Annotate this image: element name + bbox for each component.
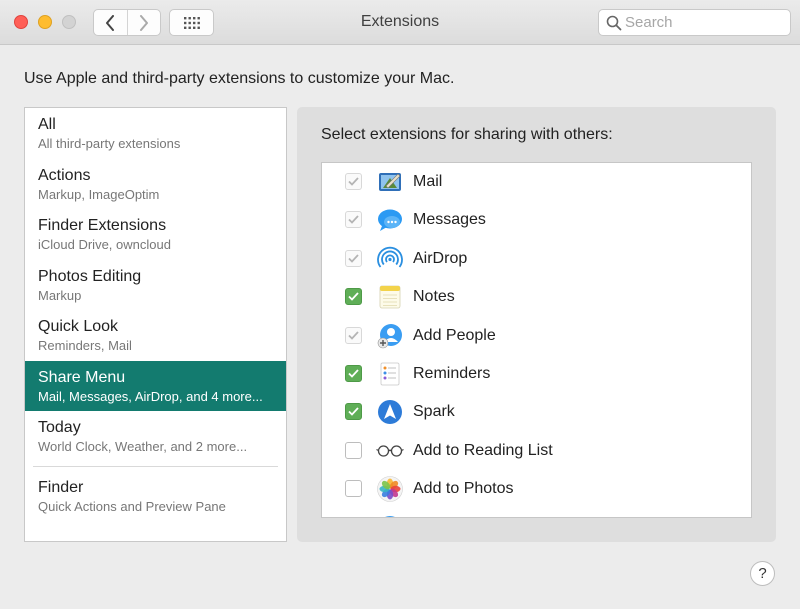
sidebar-item-title: Share Menu bbox=[38, 368, 126, 386]
messages-checkbox[interactable] bbox=[345, 211, 362, 229]
notes-checkbox[interactable] bbox=[345, 288, 362, 306]
list-item-reminders: Reminders bbox=[322, 355, 751, 393]
notes-icon bbox=[379, 285, 401, 309]
partial-icon bbox=[384, 515, 396, 517]
list-item-airdrop: AirDrop bbox=[322, 240, 751, 278]
sidebar-item-title: Today bbox=[38, 419, 81, 436]
sidebar-item-actions[interactable]: Actions Markup, ImageOptim bbox=[25, 159, 286, 210]
sidebar-item-share-menu[interactable]: Share Menu Mail, Messages, AirDrop, and … bbox=[25, 360, 286, 411]
minimize-window-button[interactable] bbox=[38, 15, 52, 29]
extension-name: Messages bbox=[413, 211, 486, 229]
sidebar-item-subtitle: Markup bbox=[38, 287, 82, 303]
list-item-spark: Spark bbox=[322, 393, 751, 431]
panel-heading: Select extensions for sharing with other… bbox=[321, 126, 613, 143]
airdrop-icon bbox=[377, 246, 403, 268]
sidebar-item-subtitle: World Clock, Weather, and 2 more... bbox=[38, 439, 248, 454]
checkmark-icon bbox=[348, 254, 359, 263]
add-people-icon bbox=[377, 323, 402, 348]
airdrop-checkbox[interactable] bbox=[345, 249, 362, 267]
sidebar-item-subtitle: Markup, ImageOptim bbox=[38, 186, 160, 202]
list-item-partial bbox=[322, 509, 751, 517]
window-title: Extensions bbox=[360, 13, 440, 30]
back-button[interactable] bbox=[94, 10, 127, 35]
reading-list-icon bbox=[376, 445, 404, 457]
share-menu-panel: Select extensions for sharing with other… bbox=[297, 107, 776, 542]
grid-icon bbox=[183, 16, 200, 29]
chevron-left-icon bbox=[106, 14, 115, 31]
spark-checkbox[interactable] bbox=[345, 403, 362, 421]
messages-icon bbox=[378, 209, 402, 232]
list-item-messages: Messages bbox=[322, 201, 751, 239]
sidebar-item-title: Finder bbox=[38, 478, 84, 496]
help-button[interactable]: ? bbox=[750, 561, 775, 586]
title-bar: Extensions bbox=[0, 0, 800, 45]
list-item-add-to-reading-list: Add to Reading List bbox=[322, 432, 751, 470]
mail-checkbox[interactable] bbox=[345, 173, 362, 190]
sidebar-item-finder[interactable]: Finder Quick Actions and Preview Pane bbox=[25, 475, 286, 526]
checkmark-icon bbox=[348, 177, 359, 186]
spark-icon bbox=[378, 400, 402, 425]
list-item-add-to-photos: Add to Photos bbox=[322, 470, 751, 508]
sidebar-item-quick-look[interactable]: Quick Look Reminders, Mail bbox=[25, 310, 286, 361]
mail-icon bbox=[379, 173, 401, 191]
search-field[interactable] bbox=[598, 9, 791, 36]
sidebar-item-subtitle: iCloud Drive, owncloud bbox=[38, 237, 171, 252]
sidebar-item-subtitle: Quick Actions and Preview Pane bbox=[38, 498, 226, 514]
zoom-window-button[interactable] bbox=[62, 15, 76, 29]
sidebar-item-all[interactable]: All All third-party extensions bbox=[25, 108, 286, 159]
pane-description: Use Apple and third-party extensions to … bbox=[24, 70, 455, 87]
list-item-add-people: Add People bbox=[322, 317, 751, 355]
checkmark-icon bbox=[348, 330, 359, 340]
checkmark-icon bbox=[348, 292, 359, 301]
sidebar-item-photos-editing[interactable]: Photos Editing Markup bbox=[25, 260, 286, 311]
search-input[interactable] bbox=[625, 13, 785, 32]
sidebar-divider bbox=[33, 465, 278, 467]
extension-name: AirDrop bbox=[413, 249, 468, 267]
sidebar-item-title: Quick Look bbox=[38, 318, 119, 335]
sidebar-item-subtitle: Mail, Messages, AirDrop, and 4 more... bbox=[38, 388, 263, 404]
add-to-photos-checkbox[interactable] bbox=[345, 480, 362, 498]
sidebar-item-today[interactable]: Today World Clock, Weather, and 2 more..… bbox=[25, 411, 286, 462]
extension-name: Add People bbox=[413, 326, 496, 344]
sidebar-item-title: Actions bbox=[38, 166, 91, 184]
reminders-icon bbox=[380, 362, 400, 386]
extension-name: Mail bbox=[413, 173, 443, 190]
sidebar-item-finder-extensions[interactable]: Finder Extensions iCloud Drive, owncloud bbox=[25, 209, 286, 260]
chevron-right-icon bbox=[139, 14, 148, 31]
extension-name: Add to Reading List bbox=[413, 441, 553, 459]
extension-name: Notes bbox=[413, 288, 455, 306]
extension-category-list: All All third-party extensions Actions M… bbox=[24, 107, 287, 542]
checkmark-icon bbox=[348, 407, 359, 417]
forward-button[interactable] bbox=[126, 10, 161, 35]
sidebar-item-subtitle: All third-party extensions bbox=[38, 136, 181, 151]
navigation-buttons bbox=[93, 9, 161, 36]
extension-name: Reminders bbox=[413, 364, 491, 382]
list-item-mail: Mail bbox=[322, 163, 751, 201]
close-window-button[interactable] bbox=[14, 15, 28, 29]
photos-icon bbox=[377, 476, 403, 502]
show-all-button[interactable] bbox=[169, 9, 214, 36]
list-item-notes: Notes bbox=[322, 278, 751, 316]
add-people-checkbox[interactable] bbox=[345, 326, 362, 344]
extension-list[interactable]: Mail Messages AirDrop Notes Add People R… bbox=[321, 162, 752, 518]
add-to-reading-list-checkbox[interactable] bbox=[345, 441, 362, 459]
checkmark-icon bbox=[348, 369, 359, 378]
reminders-checkbox[interactable] bbox=[345, 364, 362, 382]
sidebar-item-title: All bbox=[38, 116, 56, 133]
sidebar-item-subtitle: Reminders, Mail bbox=[38, 338, 132, 353]
checkmark-icon bbox=[348, 215, 359, 225]
sidebar-item-title: Finder Extensions bbox=[38, 217, 167, 234]
sidebar-item-title: Photos Editing bbox=[38, 267, 142, 285]
extension-name: Add to Photos bbox=[413, 480, 514, 498]
search-icon bbox=[606, 15, 622, 31]
extension-name: Spark bbox=[413, 403, 455, 421]
